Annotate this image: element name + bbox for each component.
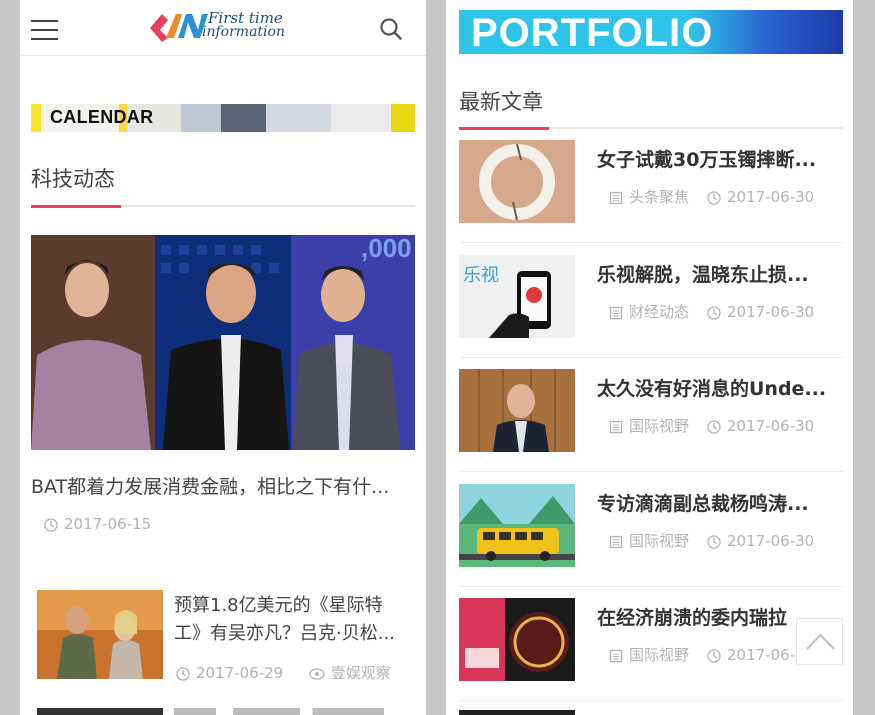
article-title: 女子试戴30万玉镯摔断... bbox=[597, 149, 817, 171]
right-phone-screen: PORTFOLIO 最新文章 女子试戴30万玉镯摔断... 头条聚焦 2017-0… bbox=[446, 0, 853, 715]
logo-text-line2: information bbox=[202, 24, 285, 40]
logo-mark-icon bbox=[150, 14, 208, 42]
left-phone-screen: First time information CALENDAR 科技动态 ,00… bbox=[20, 0, 426, 715]
clock-icon bbox=[707, 534, 721, 549]
article-meta: 国际视野 2017-06- bbox=[609, 644, 795, 665]
article-title: 太久没有好消息的Unde... bbox=[597, 378, 827, 400]
section-title-latest: 最新文章 bbox=[459, 90, 543, 114]
article-meta: 头条聚焦 2017-06-30 bbox=[609, 186, 814, 207]
site-logo[interactable]: First time information bbox=[148, 8, 300, 44]
clock-icon bbox=[707, 305, 721, 320]
clock-icon bbox=[707, 419, 721, 434]
document-icon bbox=[609, 420, 623, 433]
clock-icon bbox=[707, 648, 721, 663]
article-thumbnail bbox=[459, 369, 575, 452]
feature-meta: 2017-06-15 bbox=[44, 515, 151, 533]
article-category: 头条聚焦 bbox=[629, 188, 690, 206]
portfolio-banner-text: PORTFOLIO bbox=[471, 11, 714, 54]
next-article-thumbnail-partial[interactable] bbox=[459, 710, 575, 715]
menu-icon[interactable] bbox=[31, 20, 58, 40]
article-meta: 财经动态 2017-06-30 bbox=[609, 301, 814, 322]
clock-icon bbox=[44, 517, 58, 532]
document-icon bbox=[609, 535, 623, 548]
article-thumbnail bbox=[459, 598, 575, 681]
feature-article-title[interactable]: BAT都着力发展消费金融，相比之下有什... bbox=[31, 472, 415, 499]
document-icon bbox=[609, 191, 623, 204]
calendar-banner[interactable]: CALENDAR bbox=[31, 104, 415, 132]
section-divider bbox=[31, 205, 415, 208]
section-title-tech: 科技动态 bbox=[31, 167, 115, 191]
article-meta: 2017-06-29 壹娱观察 bbox=[176, 662, 391, 683]
calendar-banner-text: CALENDAR bbox=[50, 107, 154, 127]
article-thumbnail: 乐视 bbox=[459, 255, 575, 338]
article-date: 2017-06- bbox=[727, 646, 796, 664]
article-thumbnail bbox=[459, 140, 575, 223]
article-meta: 国际视野 2017-06-30 bbox=[609, 415, 814, 436]
document-icon bbox=[609, 306, 623, 319]
portfolio-banner[interactable]: PORTFOLIO bbox=[459, 10, 843, 54]
article-date: 2017-06-30 bbox=[727, 417, 815, 435]
article-date: 2017-06-30 bbox=[727, 532, 815, 550]
thumbnail-text-leshi: 乐视 bbox=[463, 265, 499, 286]
article-category[interactable]: 壹娱观察 bbox=[331, 664, 391, 682]
article-date: 2017-06-30 bbox=[727, 188, 815, 206]
feature-date: 2017-06-15 bbox=[64, 515, 152, 533]
article-category: 财经动态 bbox=[629, 303, 690, 321]
article-item[interactable]: 太久没有好消息的Unde... 国际视野 2017-06-30 bbox=[459, 357, 843, 472]
article-title: 专访滴滴副总裁杨鸣涛... bbox=[597, 493, 809, 515]
svg-text:,000: ,000 bbox=[361, 235, 412, 263]
article-item[interactable]: 在经济崩溃的委内瑞拉 国际视野 2017-06- bbox=[459, 586, 843, 701]
article-date: 2017-06-30 bbox=[727, 303, 815, 321]
clock-icon bbox=[707, 190, 721, 205]
article-thumbnail-next[interactable] bbox=[37, 708, 163, 715]
document-icon bbox=[609, 649, 623, 662]
next-article-title-partial bbox=[174, 708, 384, 715]
eye-icon bbox=[309, 667, 325, 680]
top-navbar: First time information bbox=[20, 0, 426, 56]
search-icon[interactable] bbox=[380, 18, 402, 40]
article-category: 国际视野 bbox=[629, 646, 690, 664]
article-thumbnail[interactable] bbox=[37, 590, 163, 679]
article-title[interactable]: 预算1.8亿美元的《星际特工》有吴亦凡？吕克·贝松... bbox=[174, 592, 404, 648]
article-date: 2017-06-29 bbox=[196, 664, 284, 682]
back-to-top-button[interactable] bbox=[796, 618, 843, 665]
article-thumbnail bbox=[459, 484, 575, 567]
article-meta: 国际视野 2017-06-30 bbox=[609, 530, 814, 551]
article-item[interactable]: 专访滴滴副总裁杨鸣涛... 国际视野 2017-06-30 bbox=[459, 472, 843, 587]
chevron-up-icon bbox=[806, 633, 835, 650]
feature-image[interactable]: ,000 bbox=[31, 235, 415, 450]
article-item[interactable]: 乐视 乐视解脱，温晓东止损... 财经动态 2017-06-30 bbox=[459, 243, 843, 358]
article-category: 国际视野 bbox=[629, 532, 690, 550]
article-item[interactable]: 女子试戴30万玉镯摔断... 头条聚焦 2017-06-30 bbox=[459, 128, 843, 243]
clock-icon bbox=[176, 666, 190, 681]
article-title: 乐视解脱，温晓东止损... bbox=[597, 264, 809, 286]
article-category: 国际视野 bbox=[629, 417, 690, 435]
